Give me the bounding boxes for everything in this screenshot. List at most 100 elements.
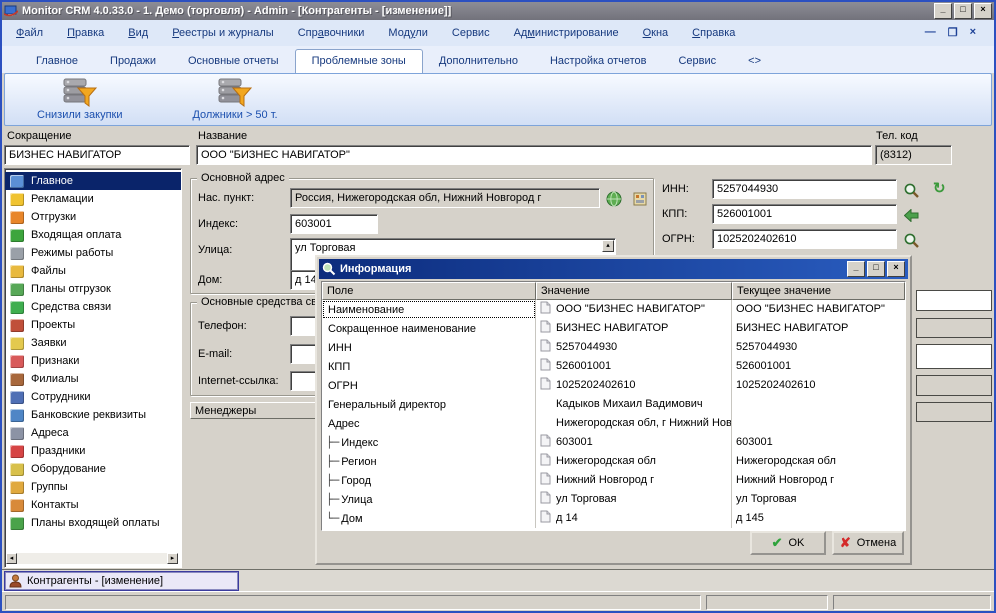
menu-item[interactable]: Модули (388, 27, 427, 39)
menu-item[interactable]: Сервис (452, 27, 490, 39)
current-value-cell (732, 395, 905, 414)
minimize-button[interactable]: _ (934, 3, 952, 19)
page-icon (540, 358, 551, 371)
phone-code-input[interactable]: (8312) (875, 145, 952, 165)
sidebar-item-label: Средства связи (31, 301, 111, 313)
address-book-icon[interactable] (630, 189, 650, 209)
inn-search-icon[interactable] (901, 180, 921, 200)
sidebar-item[interactable]: Планы отгрузок (5, 280, 181, 298)
sidebar-item[interactable]: Отгрузки (5, 208, 181, 226)
current-value-cell: 1025202402610 (732, 376, 905, 395)
name-input[interactable]: ООО "БИЗНЕС НАВИГАТОР" (196, 145, 872, 165)
dialog-minimize-button[interactable]: _ (847, 261, 865, 277)
settlement-input[interactable]: Россия, Нижегородская обл, Нижний Новгор… (290, 188, 600, 208)
current-value-cell: 5257044930 (732, 338, 905, 357)
sidebar-item[interactable]: Режимы работы (5, 244, 181, 262)
table-row[interactable]: ├─Регион Нижегородская обл Нижегородская… (322, 452, 905, 471)
inn-verify-icon[interactable]: ↻ (933, 179, 946, 197)
taskbar-window-button[interactable]: Контрагенты - [изменение] (4, 571, 239, 591)
sidebar-item[interactable]: Признаки (5, 352, 181, 370)
sidebar-item[interactable]: Средства связи (5, 298, 181, 316)
sidebar-horizontal-scrollbar[interactable]: ◂ ▸ (6, 553, 178, 564)
menu-item[interactable]: Окна (643, 27, 669, 39)
sidebar-item[interactable]: Входящая оплата (5, 226, 181, 244)
sidebar-item[interactable]: Сотрудники (5, 388, 181, 406)
sidebar-item[interactable]: Оборудование (5, 460, 181, 478)
mdi-restore-icon[interactable]: ❐ (948, 26, 958, 39)
sidebar-item[interactable]: Заявки (5, 334, 181, 352)
sidebar-item[interactable]: Адреса (5, 424, 181, 442)
menu-item[interactable]: Администрирование (514, 27, 619, 39)
ok-button-label: OK (789, 537, 805, 549)
sidebar-item[interactable]: Праздники (5, 442, 181, 460)
sidebar-item-icon (10, 337, 24, 350)
table-row[interactable]: Генеральный директор Кадыков Михаил Вади… (322, 395, 905, 414)
ribbon-tab[interactable]: Основные отчеты (172, 50, 295, 73)
mdi-close-icon[interactable]: × (970, 26, 976, 39)
sidebar-item[interactable]: Рекламации (5, 190, 181, 208)
ribbon-tab[interactable]: Продажи (94, 50, 172, 73)
mdi-minimize-icon[interactable]: — (925, 26, 936, 39)
menu-item[interactable]: Правка (67, 27, 104, 39)
menu-item[interactable]: Реестры и журналы (172, 27, 274, 39)
ogrn-input[interactable]: 1025202402610 (712, 229, 897, 249)
column-header-field[interactable]: Поле (322, 282, 536, 300)
column-header-value[interactable]: Значение (536, 282, 732, 300)
table-row[interactable]: └─Дом д 14 д 145 (322, 509, 905, 528)
filter-button[interactable]: Снизили закупки (31, 77, 128, 122)
inn-input[interactable]: 5257044930 (712, 179, 897, 199)
table-row[interactable]: КПП 526001001 526001001 (322, 357, 905, 376)
column-header-current[interactable]: Текущее значение (732, 282, 905, 300)
scroll-left-icon[interactable]: ◂ (6, 553, 17, 564)
close-button[interactable]: × (974, 3, 992, 19)
dialog-maximize-button[interactable]: □ (867, 261, 885, 277)
sidebar-item[interactable]: Планы входящей оплаты (5, 514, 181, 532)
table-row[interactable]: ИНН 5257044930 5257044930 (322, 338, 905, 357)
scroll-right-icon[interactable]: ▸ (167, 553, 178, 564)
sidebar-item[interactable]: Филиалы (5, 370, 181, 388)
ribbon-tab[interactable]: Дополнительно (423, 50, 534, 73)
abbr-input[interactable]: БИЗНЕС НАВИГАТОР (4, 145, 190, 165)
ribbon-tab[interactable]: Настройка отчетов (534, 50, 662, 73)
table-row[interactable]: Наименование ООО "БИЗНЕС НАВИГАТОР" ООО … (322, 300, 905, 319)
dialog-close-button[interactable]: × (887, 261, 905, 277)
filter-button[interactable]: Должники > 50 т. (186, 77, 283, 122)
ribbon-tab[interactable]: Проблемные зоны (295, 49, 423, 73)
ok-button[interactable]: ✔ OK (750, 531, 826, 555)
kpp-back-arrow-icon[interactable] (901, 205, 921, 225)
title-bar: Monitor CRM 4.0.33.0 - 1. Демо (торговля… (2, 2, 994, 20)
app-icon (4, 5, 18, 18)
sidebar-item[interactable]: Банковские реквизиты (5, 406, 181, 424)
menu-item[interactable]: Справочники (298, 27, 365, 39)
background-grid-row (916, 375, 992, 396)
value-cell: Кадыков Михаил Вадимович (536, 395, 732, 414)
sidebar-item[interactable]: Проекты (5, 316, 181, 334)
sidebar-item[interactable]: Группы (5, 478, 181, 496)
field-name-cell: Адрес (322, 414, 536, 433)
table-row[interactable]: ├─Улица ул Торговая ул Торговая (322, 490, 905, 509)
ribbon-tab[interactable]: <> (732, 50, 777, 73)
table-row[interactable]: ├─Индекс 603001 603001 (322, 433, 905, 452)
table-row[interactable]: Адрес Нижегородская обл, г Нижний Новгор… (322, 414, 905, 433)
sidebar-item[interactable]: Контакты (5, 496, 181, 514)
menu-item[interactable]: Вид (128, 27, 148, 39)
table-row[interactable]: ОГРН 1025202402610 1025202402610 (322, 376, 905, 395)
page-icon (540, 339, 551, 352)
ribbon-tab[interactable]: Сервис (662, 50, 732, 73)
kpp-input[interactable]: 526001001 (712, 204, 897, 224)
menu-item[interactable]: Справка (692, 27, 735, 39)
tree-branch-icon: ├─ (326, 455, 339, 468)
sidebar-item[interactable]: Файлы (5, 262, 181, 280)
ribbon-tab[interactable]: Главное (20, 50, 94, 73)
ogrn-search-icon[interactable] (901, 230, 921, 250)
cancel-button[interactable]: ✘ Отмена (832, 531, 904, 555)
table-row[interactable]: Сокращенное наименование БИЗНЕС НАВИГАТО… (322, 319, 905, 338)
table-row[interactable]: ├─Город Нижний Новгород г Нижний Новгоро… (322, 471, 905, 490)
street-spin-up-icon[interactable]: ▴ (602, 240, 614, 252)
maximize-button[interactable]: □ (954, 3, 972, 19)
background-grid-row (916, 402, 992, 422)
postcode-input[interactable]: 603001 (290, 214, 378, 234)
globe-icon[interactable] (604, 189, 624, 209)
menu-item[interactable]: Файл (16, 27, 43, 39)
sidebar-item[interactable]: Главное (5, 172, 181, 190)
